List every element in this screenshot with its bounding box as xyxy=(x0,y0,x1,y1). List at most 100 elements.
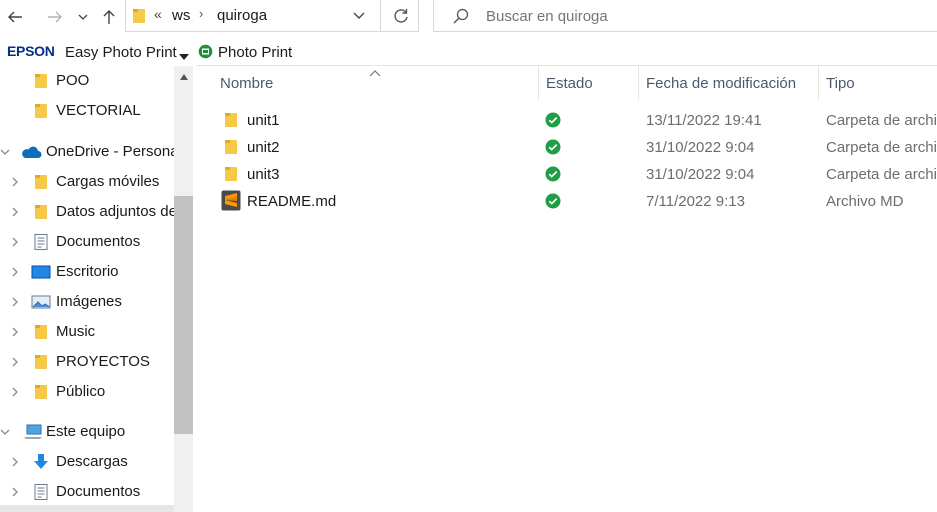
folder-icon xyxy=(35,104,47,118)
chevron-right-icon[interactable] xyxy=(8,325,22,339)
file-row-unit3[interactable]: unit3 31/10/2022 9:04 Carpeta de archivo… xyxy=(196,161,937,188)
sidebar-item-este-equipo[interactable]: Este equipo xyxy=(0,417,174,447)
file-modified: 13/11/2022 19:41 xyxy=(646,112,762,129)
search-input[interactable] xyxy=(484,5,908,27)
arrow-up-icon xyxy=(103,10,115,24)
chevron-right-icon[interactable] xyxy=(8,295,22,309)
refresh-icon xyxy=(394,9,408,23)
synced-check-icon xyxy=(545,139,561,155)
sidebar-item-cargas-moviles[interactable]: Cargas móviles xyxy=(0,167,174,197)
sidebar-item-label: Descargas xyxy=(56,453,128,470)
sidebar-item-label: Datos adjuntos de xyxy=(56,203,174,220)
column-header-type[interactable]: Tipo xyxy=(819,66,937,100)
document-icon xyxy=(34,234,48,250)
sidebar-item-datos-adjuntos[interactable]: Datos adjuntos de xyxy=(0,197,174,227)
caret-down-icon xyxy=(179,54,189,60)
file-row-unit1[interactable]: unit1 13/11/2022 19:41 Carpeta de archiv… xyxy=(196,107,937,134)
desktop-icon xyxy=(31,265,51,279)
folder-icon xyxy=(133,9,145,23)
search-box[interactable] xyxy=(433,0,937,32)
recent-locations-button[interactable] xyxy=(74,2,92,32)
column-header-label: Tipo xyxy=(826,74,855,92)
sidebar-item-escritorio[interactable]: Escritorio xyxy=(0,257,174,287)
sidebar-item-imagenes[interactable]: Imágenes xyxy=(0,287,174,317)
sidebar-item-proyectos[interactable]: PROYECTOS xyxy=(0,347,174,377)
chevron-right-icon[interactable] xyxy=(8,265,22,279)
scroll-up-button[interactable] xyxy=(174,68,193,86)
sidebar-bottom-strip xyxy=(0,505,174,512)
address-overflow[interactable]: « xyxy=(154,6,162,22)
arrow-left-icon xyxy=(8,11,22,23)
file-row-readme[interactable]: README.md 7/11/2022 9:13 Archivo MD xyxy=(196,188,937,215)
file-modified: 31/10/2022 9:04 xyxy=(646,139,755,156)
sidebar-item-label: Cargas móviles xyxy=(56,173,160,190)
search-icon xyxy=(453,8,469,24)
sidebar-item-vectorial[interactable]: VECTORIAL xyxy=(0,96,174,126)
sidebar-item-label: VECTORIAL xyxy=(56,102,141,119)
column-header-modified[interactable]: Fecha de modificación xyxy=(639,66,818,100)
synced-check-icon xyxy=(545,193,561,209)
chevron-right-icon[interactable] xyxy=(8,355,22,369)
chevron-right-icon[interactable] xyxy=(8,485,22,499)
synced-check-icon xyxy=(545,166,561,182)
file-type: Carpeta de archivos xyxy=(826,166,937,183)
file-name: unit1 xyxy=(247,112,280,129)
file-name: unit2 xyxy=(247,139,280,156)
sidebar-item-label: Este equipo xyxy=(46,423,126,440)
onedrive-cloud-icon xyxy=(22,146,42,158)
chevron-right-icon[interactable] xyxy=(8,235,22,249)
address-bar[interactable]: « ws › quiroga xyxy=(125,0,419,32)
file-row-unit2[interactable]: unit2 31/10/2022 9:04 Carpeta de archivo… xyxy=(196,134,937,161)
address-segment-ws[interactable]: ws xyxy=(172,7,190,24)
column-header-label: Nombre xyxy=(220,74,274,92)
chevron-right-icon[interactable] xyxy=(8,455,22,469)
file-type: Carpeta de archivos xyxy=(826,112,937,129)
sidebar-item-label: Music xyxy=(56,323,96,340)
sidebar-item-poo[interactable]: POO xyxy=(0,66,174,96)
address-segment-quiroga[interactable]: quiroga xyxy=(217,7,267,24)
column-header-name[interactable]: Nombre xyxy=(196,66,537,100)
chevron-right-icon[interactable] xyxy=(8,205,22,219)
address-divider xyxy=(380,0,381,32)
sidebar-item-onedrive[interactable]: OneDrive - Personal xyxy=(0,137,174,167)
sidebar-item-music[interactable]: Music xyxy=(0,317,174,347)
sidebar-item-documentos-pc[interactable]: Documentos xyxy=(0,477,174,507)
sidebar-item-label: Imágenes xyxy=(56,293,122,310)
forward-button[interactable] xyxy=(40,2,70,32)
arrow-right-icon xyxy=(48,11,62,23)
sidebar-item-label: OneDrive - Personal xyxy=(46,143,174,160)
folder-icon xyxy=(225,113,237,127)
folder-icon xyxy=(225,140,237,154)
sidebar-item-label: Documentos xyxy=(56,483,141,500)
sidebar-item-label: PROYECTOS xyxy=(56,353,150,370)
epson-toolbar: EPSON Easy Photo Print Photo Print xyxy=(0,40,937,64)
sidebar-item-documentos[interactable]: Documentos xyxy=(0,227,174,257)
easy-photo-print-dropdown[interactable] xyxy=(178,48,190,64)
refresh-button[interactable] xyxy=(392,7,410,28)
file-type: Carpeta de archivos xyxy=(826,139,937,156)
photo-print-button[interactable]: Photo Print xyxy=(218,44,292,61)
sidebar-item-publico[interactable]: Público xyxy=(0,377,174,407)
column-header-status[interactable]: Estado xyxy=(539,66,638,100)
chevron-down-icon[interactable] xyxy=(0,425,12,439)
file-name: unit3 xyxy=(247,166,280,183)
chevron-right-icon[interactable] xyxy=(8,175,22,189)
address-history-button[interactable] xyxy=(352,8,366,25)
folder-icon xyxy=(35,175,47,189)
pictures-icon xyxy=(31,295,51,309)
sidebar-scrollbar-thumb[interactable] xyxy=(174,196,193,434)
navigation-pane[interactable]: POO VECTORIAL OneDrive - Personal Cargas… xyxy=(0,66,194,512)
column-header-label: Estado xyxy=(546,74,593,92)
sidebar-item-descargas[interactable]: Descargas xyxy=(0,447,174,477)
file-modified: 31/10/2022 9:04 xyxy=(646,166,755,183)
folder-icon xyxy=(35,74,47,88)
synced-check-icon xyxy=(545,112,561,128)
folder-icon xyxy=(35,205,47,219)
back-button[interactable] xyxy=(0,2,30,32)
easy-photo-print-button[interactable]: Easy Photo Print xyxy=(65,44,177,61)
folder-icon xyxy=(35,355,47,369)
caret-up-icon xyxy=(179,74,188,80)
chevron-right-icon[interactable] xyxy=(8,385,22,399)
chevron-down-icon[interactable] xyxy=(0,145,12,159)
up-button[interactable] xyxy=(96,2,122,32)
